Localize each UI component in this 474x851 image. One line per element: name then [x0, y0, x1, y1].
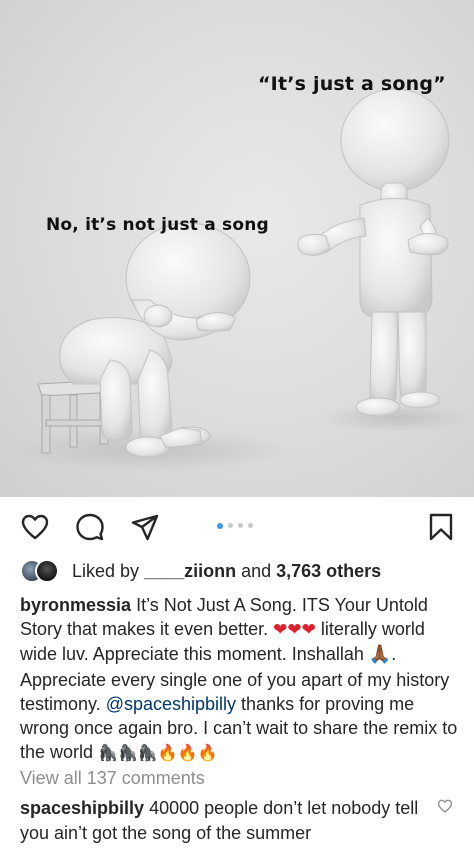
carousel-dot — [238, 523, 243, 528]
standing-figure — [297, 88, 450, 417]
likes-row[interactable]: Liked by ____ziionn and 3,763 others — [20, 558, 381, 584]
post-caption: byronmessia It’s Not Just A Song. ITS Yo… — [20, 593, 466, 765]
meme-caption-right: “It’s just a song” — [258, 73, 446, 95]
heart-icon[interactable] — [20, 512, 50, 542]
carousel-indicator — [217, 522, 253, 529]
bookmark-icon[interactable] — [426, 512, 456, 542]
liker-username[interactable]: ____ziionn — [144, 561, 236, 581]
likes-prefix: Liked by — [72, 560, 145, 581]
carousel-dot-active — [217, 522, 223, 529]
view-all-comments-link[interactable]: View all 137 comments — [20, 768, 205, 789]
likes-count[interactable]: 3,763 others — [276, 561, 381, 581]
post-image[interactable]: “It’s just a song” No, it’s not just a s… — [0, 0, 474, 497]
praying-hands-emoji: 🙏🏾 — [368, 644, 392, 666]
gorilla-emoji: 🦍🦍🦍 — [98, 743, 158, 763]
comment: spaceshipbilly 40000 people don’t let no… — [20, 796, 420, 845]
comment-username[interactable]: spaceshipbilly — [20, 798, 144, 818]
share-icon[interactable] — [130, 512, 160, 542]
carousel-dot — [228, 523, 233, 528]
likes-middle: and — [236, 560, 277, 581]
comment-icon[interactable] — [75, 512, 105, 542]
meme-caption-left: No, it’s not just a song — [46, 215, 269, 235]
likes-text: Liked by ____ziionn and 3,763 others — [72, 561, 381, 582]
avatar — [35, 559, 59, 583]
fire-emoji: 🔥🔥🔥 — [157, 743, 218, 763]
mention-link[interactable]: @spaceshipbilly — [106, 694, 236, 714]
comment-heart-icon[interactable] — [437, 798, 453, 814]
carousel-dot — [248, 523, 253, 528]
liker-avatars — [20, 559, 60, 583]
heart-emoji: ❤❤❤ — [273, 620, 316, 641]
caption-username[interactable]: byronmessia — [20, 595, 131, 615]
